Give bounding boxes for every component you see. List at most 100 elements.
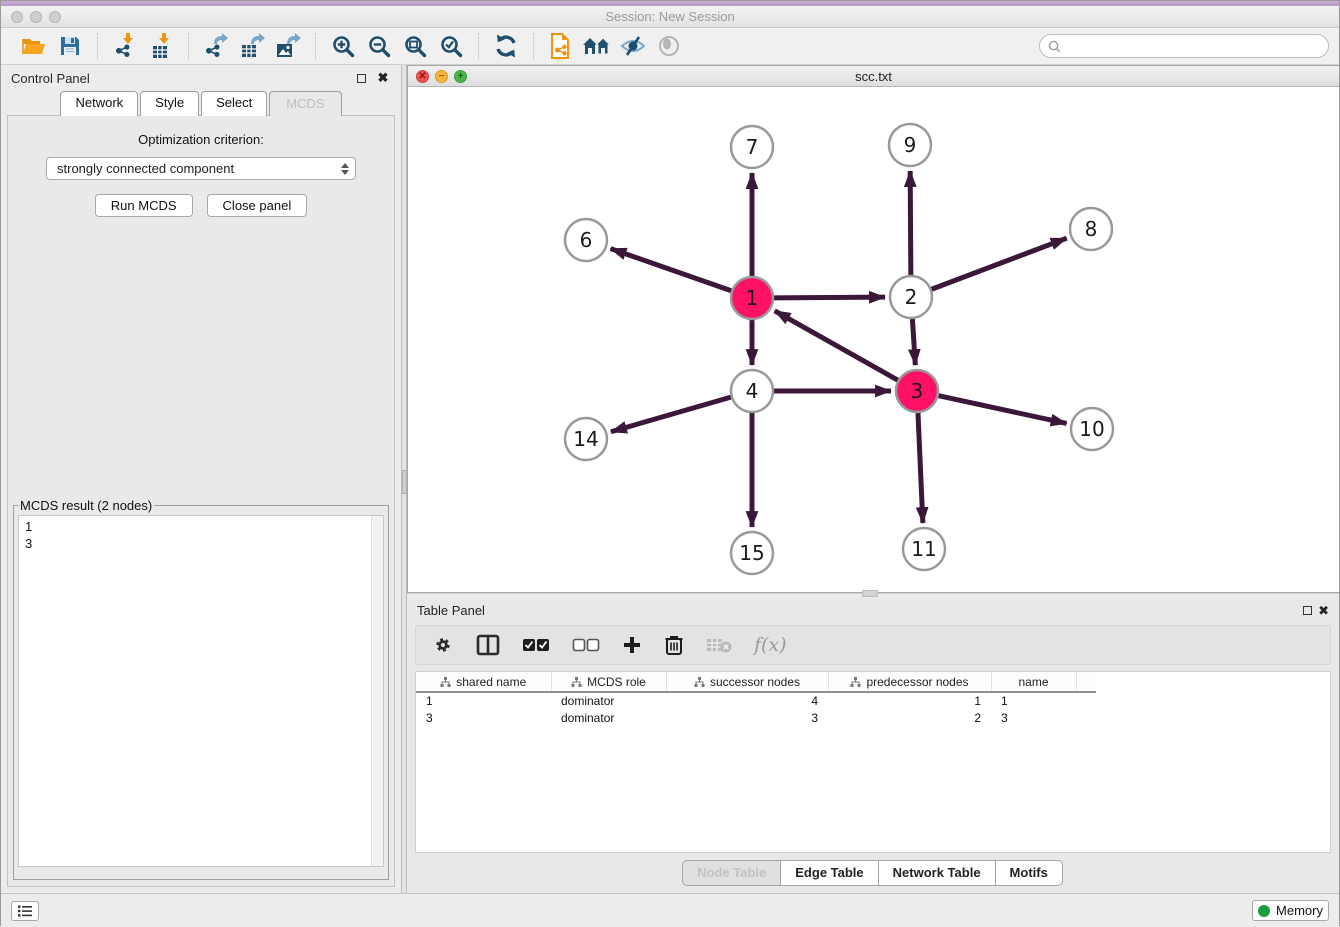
table-cell[interactable]: dominator bbox=[551, 709, 666, 726]
export-table-icon[interactable] bbox=[237, 32, 267, 60]
edge-3-10[interactable] bbox=[938, 396, 1066, 424]
graphics-details-icon[interactable] bbox=[618, 32, 648, 60]
table-cell[interactable]: 4 bbox=[666, 692, 828, 709]
deselect-all-columns-icon[interactable] bbox=[572, 637, 600, 653]
criterion-select[interactable]: strongly connected component bbox=[46, 157, 356, 180]
result-scrollbar[interactable] bbox=[371, 516, 383, 866]
tab-edge-table[interactable]: Edge Table bbox=[780, 860, 878, 886]
svg-text:10: 10 bbox=[1079, 417, 1104, 441]
zoom-selected-icon[interactable] bbox=[436, 32, 466, 60]
table-cell[interactable]: 1 bbox=[828, 692, 991, 709]
tab-network[interactable]: Network bbox=[60, 91, 138, 116]
node-11[interactable]: 11 bbox=[903, 528, 945, 570]
svg-text:11: 11 bbox=[911, 537, 936, 561]
memory-button-label: Memory bbox=[1276, 903, 1323, 918]
edge-2-9[interactable] bbox=[910, 171, 911, 275]
search-box[interactable] bbox=[1039, 34, 1329, 58]
vertical-splitter[interactable] bbox=[401, 65, 407, 893]
table-row[interactable]: 1dominator411 bbox=[416, 692, 1096, 709]
network-maximize-button[interactable]: + bbox=[454, 70, 467, 83]
column-header-mcds-role[interactable]: MCDS role bbox=[551, 672, 666, 692]
node-8[interactable]: 8 bbox=[1070, 208, 1112, 250]
export-network-icon[interactable] bbox=[201, 32, 231, 60]
split-view-icon[interactable] bbox=[476, 634, 500, 656]
tab-network-table[interactable]: Network Table bbox=[878, 860, 996, 886]
edge-2-8[interactable] bbox=[932, 238, 1067, 289]
tab-select[interactable]: Select bbox=[201, 91, 267, 116]
node-15[interactable]: 15 bbox=[731, 532, 773, 574]
search-input[interactable] bbox=[1066, 38, 1320, 54]
splitter-grip[interactable] bbox=[862, 590, 878, 597]
network-minimize-button[interactable]: − bbox=[435, 70, 448, 83]
export-image-icon[interactable] bbox=[273, 32, 303, 60]
close-panel-icon[interactable]: ✖ bbox=[375, 70, 391, 86]
close-panel-button[interactable]: Close panel bbox=[207, 194, 308, 217]
tab-node-table[interactable]: Node Table bbox=[682, 860, 781, 886]
table-cell[interactable]: 3 bbox=[416, 709, 551, 726]
node-3[interactable]: 3 bbox=[896, 370, 938, 412]
table-cell[interactable]: 3 bbox=[666, 709, 828, 726]
result-item[interactable]: 3 bbox=[25, 535, 377, 552]
import-network-icon[interactable] bbox=[110, 32, 140, 60]
show-panels-button[interactable] bbox=[11, 901, 39, 921]
minimize-window-button[interactable] bbox=[30, 11, 42, 23]
zoom-fit-icon[interactable] bbox=[400, 32, 430, 60]
edge-2-3[interactable] bbox=[912, 319, 915, 365]
node-7[interactable]: 7 bbox=[731, 126, 773, 168]
table-cell[interactable]: 3 bbox=[991, 709, 1076, 726]
save-session-icon[interactable] bbox=[55, 32, 85, 60]
select-all-columns-icon[interactable] bbox=[522, 637, 550, 653]
table-cell[interactable]: 2 bbox=[828, 709, 991, 726]
node-6[interactable]: 6 bbox=[565, 219, 607, 261]
table-cell[interactable]: dominator bbox=[551, 692, 666, 709]
float-panel-icon[interactable] bbox=[1303, 603, 1312, 618]
column-header-shared-name[interactable]: shared name bbox=[416, 672, 551, 692]
zoom-in-icon[interactable] bbox=[328, 32, 358, 60]
float-panel-icon[interactable] bbox=[353, 71, 369, 86]
network-window-titlebar[interactable]: ✕ − + scc.txt bbox=[408, 66, 1339, 87]
network-canvas[interactable]: 7 9 6 8 1 2 4 3 14 10 15 11 bbox=[408, 87, 1339, 592]
column-header-predecessor-nodes[interactable]: predecessor nodes bbox=[828, 672, 991, 692]
column-header-name[interactable]: name bbox=[991, 672, 1076, 692]
splitter-grip[interactable] bbox=[402, 470, 407, 494]
open-session-icon[interactable] bbox=[19, 32, 49, 60]
table-settings-icon[interactable] bbox=[432, 634, 454, 656]
node-1[interactable]: 1 bbox=[731, 277, 773, 319]
tab-mcds[interactable]: MCDS bbox=[269, 91, 341, 116]
toolbar-group bbox=[320, 32, 474, 60]
table-cell[interactable]: 1 bbox=[416, 692, 551, 709]
create-column-icon[interactable] bbox=[622, 635, 642, 655]
node-9[interactable]: 9 bbox=[889, 124, 931, 166]
horizontal-splitter[interactable] bbox=[407, 593, 1339, 598]
maximize-window-button[interactable] bbox=[49, 11, 61, 23]
node-10[interactable]: 10 bbox=[1071, 408, 1113, 450]
node-table[interactable]: shared nameMCDS rolesuccessor nodesprede… bbox=[415, 671, 1331, 853]
table-cell[interactable]: 1 bbox=[991, 692, 1076, 709]
delete-column-icon[interactable] bbox=[664, 634, 684, 656]
edge-1-2[interactable] bbox=[774, 297, 885, 298]
run-mcds-button[interactable]: Run MCDS bbox=[95, 194, 193, 217]
zoom-out-icon[interactable] bbox=[364, 32, 394, 60]
memory-button[interactable]: Memory bbox=[1252, 900, 1329, 921]
node-4[interactable]: 4 bbox=[731, 370, 773, 412]
edge-3-11[interactable] bbox=[918, 413, 923, 523]
node-14[interactable]: 14 bbox=[565, 418, 607, 460]
table-row[interactable]: 3dominator323 bbox=[416, 709, 1096, 726]
close-window-button[interactable] bbox=[11, 11, 23, 23]
result-item[interactable]: 1 bbox=[25, 518, 377, 535]
tab-motifs[interactable]: Motifs bbox=[995, 860, 1063, 886]
edge-1-6[interactable] bbox=[611, 249, 732, 291]
edge-3-1[interactable] bbox=[775, 311, 898, 380]
first-neighbors-icon[interactable] bbox=[582, 32, 612, 60]
refresh-layout-icon[interactable] bbox=[491, 32, 521, 60]
column-header-successor-nodes[interactable]: successor nodes bbox=[666, 672, 828, 692]
tab-style[interactable]: Style bbox=[140, 91, 199, 116]
import-table-icon[interactable] bbox=[146, 32, 176, 60]
duplicate-network-icon[interactable] bbox=[546, 32, 576, 60]
close-panel-icon[interactable]: ✖ bbox=[1318, 603, 1329, 619]
network-window-title: scc.txt bbox=[855, 69, 892, 84]
mcds-result-list[interactable]: 13 bbox=[18, 515, 384, 867]
node-2[interactable]: 2 bbox=[890, 276, 932, 318]
edge-4-14[interactable] bbox=[611, 397, 731, 432]
network-close-button[interactable]: ✕ bbox=[416, 70, 429, 83]
